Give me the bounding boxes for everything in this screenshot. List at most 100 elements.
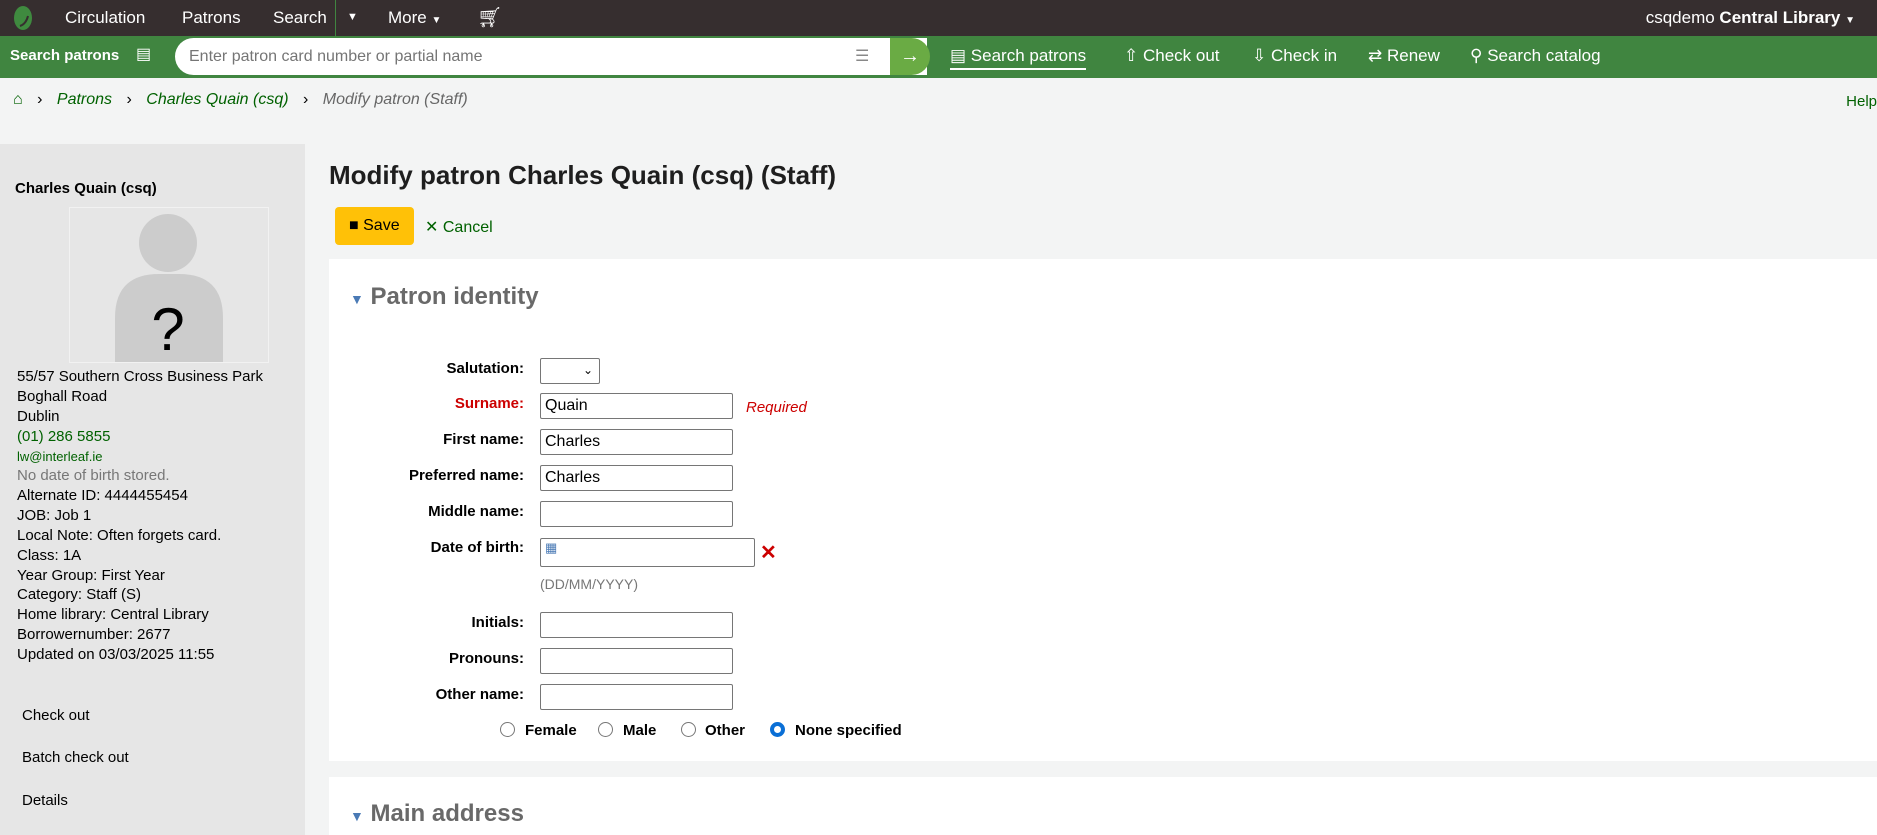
breadcrumb-patron[interactable]: Charles Quain (csq) xyxy=(146,91,288,108)
filter-settings-icon[interactable]: ☰ xyxy=(855,46,869,66)
help-link[interactable]: Help xyxy=(1846,93,1877,110)
firstname-input[interactable] xyxy=(540,429,733,455)
info-line: Class: 1A xyxy=(17,547,82,564)
link-label: Check in xyxy=(1270,46,1338,65)
nav-more[interactable]: More ▼ xyxy=(388,8,441,28)
pronouns-input[interactable] xyxy=(540,648,733,674)
address-line: Dublin xyxy=(17,408,60,425)
middle-name-label: Middle name: xyxy=(428,503,524,520)
link-search-catalog[interactable]: ⚲ Search catalog xyxy=(1470,46,1601,66)
nav-patrons[interactable]: Patrons xyxy=(182,8,241,28)
patron-sidebar: Charles Quain (csq) ? 55/57 Southern Cro… xyxy=(0,144,305,835)
gender-label-female: Female xyxy=(525,722,577,739)
link-check-in[interactable]: ⇩ Check in xyxy=(1252,46,1337,66)
phone-link[interactable]: (01) 286 5855 xyxy=(17,428,110,445)
info-line: Updated on 03/03/2025 11:55 xyxy=(17,646,215,663)
pronouns-label: Pronouns: xyxy=(449,650,524,667)
search-submit-button[interactable]: → xyxy=(890,38,930,75)
breadcrumb-patrons[interactable]: Patrons xyxy=(57,91,112,108)
save-icon: ■ xyxy=(349,217,359,234)
search-bar: Search patrons ▤ ☰ → ▤ Search patrons ⇧ … xyxy=(0,36,1877,78)
other-name-label: Other name: xyxy=(435,686,524,703)
sidebar-link-batch-check-out[interactable]: Batch check out xyxy=(22,749,129,766)
save-label: Save xyxy=(363,217,400,234)
search-icon: ⚲ xyxy=(1470,46,1483,65)
calendar-icon: ▦ xyxy=(545,540,558,555)
surname-input[interactable] xyxy=(540,393,733,419)
section-toggle-patron-identity[interactable]: ▼ Patron identity xyxy=(350,283,539,311)
username: csqdemo xyxy=(1645,8,1715,27)
gender-radio-male[interactable] xyxy=(598,722,613,737)
user-menu[interactable]: csqdemo Central Library ▼ xyxy=(1646,8,1855,28)
email-link[interactable]: lw@interleaf.ie xyxy=(17,449,102,464)
search-patrons-label: Search patrons xyxy=(10,47,120,64)
clear-date-icon[interactable]: ✕ xyxy=(760,540,777,565)
patron-photo: ? xyxy=(69,207,269,363)
cancel-label: Cancel xyxy=(442,219,493,236)
gender-radio-other[interactable] xyxy=(681,722,696,737)
firstname-label: First name: xyxy=(443,431,524,448)
preferred-name-label: Preferred name: xyxy=(408,467,524,484)
top-navbar: Circulation Patrons Search ▼ More ▼ 🛒︎ c… xyxy=(0,0,1877,36)
preferred-name-input[interactable] xyxy=(540,465,733,491)
patron-name: Charles Quain (csq) xyxy=(15,180,157,197)
info-line: Home library: Central Library xyxy=(17,606,209,623)
svg-text:?: ? xyxy=(151,296,184,362)
section-title: Main address xyxy=(370,800,524,827)
main-address-panel xyxy=(329,777,1877,835)
close-icon: ✕ xyxy=(425,219,439,236)
koha-logo-icon[interactable] xyxy=(12,4,34,32)
info-line: Category: Staff (S) xyxy=(17,586,141,603)
dob-label: Date of birth: xyxy=(430,539,524,556)
info-line: Local Note: Often forgets card. xyxy=(17,527,222,544)
middle-name-input[interactable] xyxy=(540,501,733,527)
gender-radio-none-specified[interactable] xyxy=(770,722,785,737)
initials-input[interactable] xyxy=(540,612,733,638)
info-line: Alternate ID: 4444455454 xyxy=(17,487,188,504)
link-label: Search patrons xyxy=(970,46,1087,65)
required-hint: Required xyxy=(746,399,807,416)
placeholder-avatar-icon: ? xyxy=(115,214,223,363)
divider xyxy=(335,0,336,36)
dob-note: No date of birth stored. xyxy=(17,467,170,484)
save-button[interactable]: ■ Save xyxy=(335,207,414,245)
section-toggle-main-address[interactable]: ▼ Main address xyxy=(350,800,524,828)
library-name: Central Library xyxy=(1719,8,1841,27)
link-label: Search catalog xyxy=(1487,46,1601,65)
gender-radio-female[interactable] xyxy=(500,722,515,737)
salutation-select[interactable]: ⌄ xyxy=(540,358,600,384)
info-line: Borrowernumber: 2677 xyxy=(17,626,171,643)
info-line: Year Group: First Year xyxy=(17,567,165,584)
nav-more-label: More xyxy=(388,8,427,27)
breadcrumb: ⌂ › Patrons › Charles Quain (csq) › Modi… xyxy=(13,91,468,108)
link-label: Check out xyxy=(1142,46,1220,65)
sidebar-link-check-out[interactable]: Check out xyxy=(22,707,90,724)
link-check-out[interactable]: ⇧ Check out xyxy=(1124,46,1220,66)
caret-down-icon: ▼ xyxy=(350,808,364,824)
patron-search-input[interactable] xyxy=(189,38,849,75)
address-line: Boghall Road xyxy=(17,388,108,405)
link-renew[interactable]: ⇄ Renew xyxy=(1368,46,1440,66)
page-title: Modify patron Charles Quain (csq) (Staff… xyxy=(329,160,837,190)
home-icon[interactable]: ⌂ xyxy=(13,91,23,108)
cart-icon[interactable]: 🛒︎ xyxy=(477,5,502,30)
link-search-patrons[interactable]: ▤ Search patrons xyxy=(950,46,1087,70)
caret-down-icon: ▼ xyxy=(350,291,364,307)
gender-label-other: Other xyxy=(705,722,746,739)
nav-search[interactable]: Search xyxy=(273,8,327,28)
info-line: JOB: Job 1 xyxy=(17,507,92,524)
download-icon: ⇩ xyxy=(1252,46,1267,65)
sidebar-link-details[interactable]: Details xyxy=(22,792,68,809)
link-label: Renew xyxy=(1386,46,1440,65)
search-dropdown-caret-icon[interactable]: ▼ xyxy=(347,11,358,23)
dob-input[interactable]: ▦ xyxy=(540,538,755,567)
section-title: Patron identity xyxy=(370,283,539,310)
surname-label: Surname: xyxy=(454,395,524,412)
other-name-input[interactable] xyxy=(540,684,733,710)
upload-icon: ⇧ xyxy=(1124,46,1139,65)
breadcrumb-current: Modify patron (Staff) xyxy=(322,91,468,108)
cancel-button[interactable]: ✕ Cancel xyxy=(425,217,493,237)
nav-circulation[interactable]: Circulation xyxy=(65,8,145,28)
dob-format-hint: (DD/MM/YYYY) xyxy=(540,576,638,592)
renew-icon: ⇄ xyxy=(1368,46,1383,65)
